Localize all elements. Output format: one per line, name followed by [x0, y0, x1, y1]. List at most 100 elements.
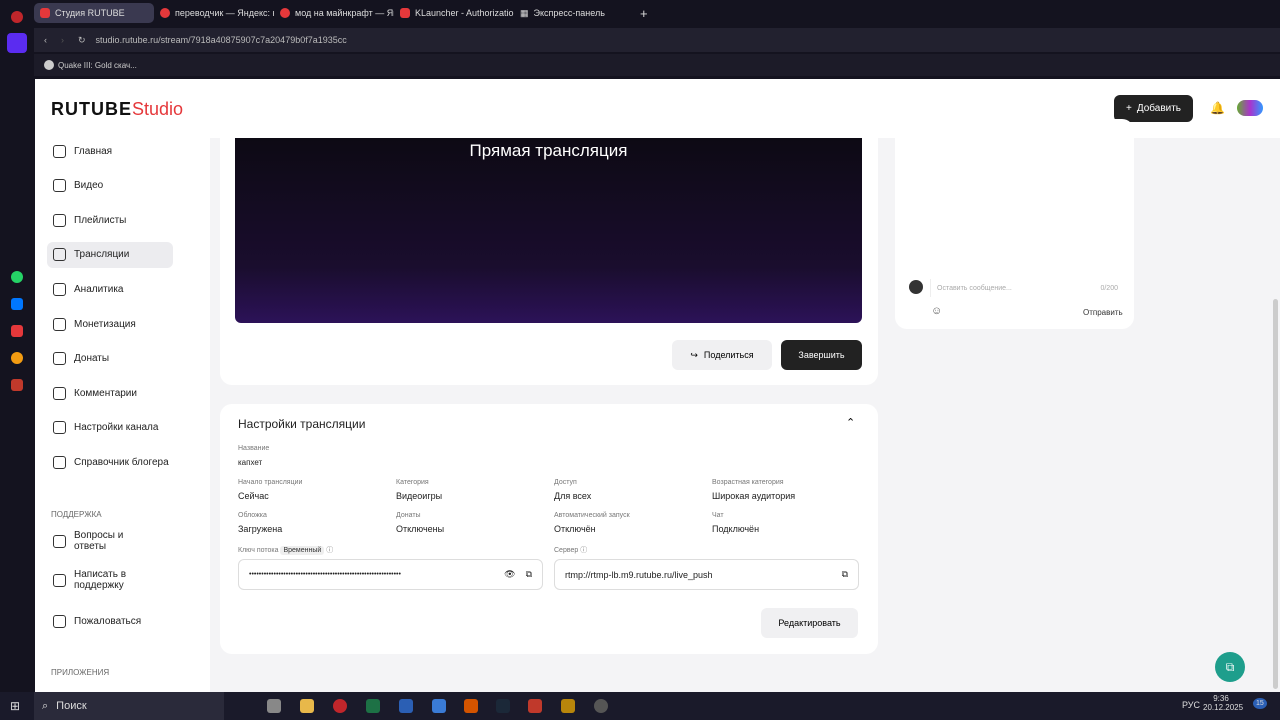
sidebar-item[interactable]: Видео: [47, 173, 173, 199]
donate-icon: [53, 352, 66, 366]
reload-icon[interactable]: ↻: [78, 35, 86, 46]
sidebar-item[interactable]: Главная: [47, 138, 173, 164]
field-value: Отключён: [554, 524, 596, 534]
excel-icon[interactable]: [366, 699, 380, 713]
tab[interactable]: KLauncher - Authorization: [394, 3, 514, 23]
tab[interactable]: ▦ Экспресс-панель: [514, 3, 634, 23]
yandex-icon[interactable]: [11, 325, 23, 337]
section-title: ПРИЛОЖЕНИЯ: [51, 668, 110, 677]
settings-icon[interactable]: [267, 699, 281, 713]
sidebar-item[interactable]: Справочник блогера: [47, 449, 173, 475]
server-label: Сервер ⓘ: [554, 547, 588, 554]
share-button[interactable]: ↪ Поделиться: [672, 340, 772, 370]
broadcast-icon: [53, 248, 66, 262]
sidebar-item[interactable]: Плейлисты: [47, 207, 173, 233]
rutube-favicon-icon: [40, 8, 50, 18]
video-icon: [53, 179, 66, 193]
support-chat-button[interactable]: ⧉: [1215, 652, 1245, 682]
app-icon[interactable]: [399, 699, 413, 713]
sidebar-item[interactable]: Настройки канала: [47, 415, 173, 441]
start-icon[interactable]: ⊞: [10, 699, 20, 713]
sidebar-item[interactable]: Трансляции: [47, 241, 173, 268]
opera-logo-icon[interactable]: [11, 11, 23, 23]
app-icon[interactable]: [11, 379, 23, 391]
steam-icon[interactable]: [496, 699, 510, 713]
sidebar-item[interactable]: Комментарии: [47, 380, 173, 406]
add-button[interactable]: + Добавить: [1114, 95, 1193, 122]
help-icon: [53, 534, 66, 548]
scrollbar[interactable]: [1273, 299, 1278, 689]
stream-key-field[interactable]: ••••••••••••••••••••••••••••••••••••••••…: [238, 559, 543, 590]
opera-icon[interactable]: [333, 699, 347, 713]
send-button[interactable]: Отправить: [1083, 308, 1123, 317]
forward-icon[interactable]: ›: [61, 35, 64, 45]
logo[interactable]: RUTUBEStudio: [51, 99, 183, 120]
chevron-up-icon[interactable]: ⌃: [846, 416, 855, 429]
clock[interactable]: 9:36 20.12.2025: [1203, 694, 1243, 712]
browser-app-icon[interactable]: [11, 352, 23, 364]
taskbar-search[interactable]: ⌕ Поиск: [34, 692, 224, 720]
name-label: Название: [238, 445, 270, 452]
home-icon: [53, 144, 66, 158]
taskbar: ⊞ ⌕ Поиск РУС 9:36 20.12.2025 15: [0, 692, 1280, 720]
copy-icon[interactable]: ⧉: [842, 569, 848, 580]
playlist-icon: [53, 213, 66, 227]
sidebar-item[interactable]: Донаты: [47, 346, 173, 372]
field-value: Для всех: [554, 491, 592, 501]
page: RUTUBEStudio + Добавить 🔔 Главная Видео Пле…: [35, 79, 1280, 692]
mail-icon: [53, 573, 66, 587]
flag-icon: [53, 614, 66, 628]
field-label: Доступ: [554, 479, 577, 486]
eye-icon[interactable]: 👁: [504, 569, 515, 580]
browser-sidebar: [0, 0, 34, 692]
tab[interactable]: мод на майнкрафт — Ян: [274, 3, 394, 23]
app-icon[interactable]: [464, 699, 478, 713]
back-icon[interactable]: ‹: [44, 35, 47, 45]
key-label: Ключ потока Временный ⓘ: [238, 546, 334, 555]
avatar[interactable]: [1237, 100, 1263, 116]
notifications-badge[interactable]: 15: [1253, 698, 1267, 709]
whatsapp-icon[interactable]: [11, 271, 23, 283]
sidebar-support-item[interactable]: Пожаловаться: [47, 608, 173, 634]
bookmark[interactable]: Quake III: Gold скач...: [58, 61, 137, 70]
key-badge: Временный: [280, 546, 325, 555]
language-indicator[interactable]: РУС: [1182, 700, 1200, 710]
search-icon: ⌕: [42, 699, 49, 712]
sidebar-support-item[interactable]: Написать в поддержку: [47, 562, 173, 598]
monetization-icon: [53, 317, 66, 331]
vk-icon[interactable]: [11, 298, 23, 310]
sidebar-item[interactable]: Аналитика: [47, 276, 173, 302]
comments-icon: [53, 386, 66, 400]
app-icon[interactable]: [561, 699, 575, 713]
server-field[interactable]: rtmp://rtmp-lb.m9.rutube.ru/live_push ⧉: [554, 559, 859, 590]
tab[interactable]: Студия RUTUBE: [34, 3, 154, 23]
field-value: Сейчас: [238, 491, 269, 501]
field-label: Донаты: [396, 512, 421, 519]
field-value: Широкая аудитория: [712, 491, 796, 501]
chat-input[interactable]: Оставить сообщение... 0/200: [930, 279, 1124, 297]
finish-button[interactable]: Завершить: [781, 340, 862, 370]
tab-bar: Студия RUTUBE переводчик — Яндекс: н мод…: [34, 0, 1280, 26]
home-icon[interactable]: [7, 33, 27, 53]
sidebar-support-item[interactable]: Вопросы и ответы: [47, 528, 173, 554]
app-icon[interactable]: [432, 699, 446, 713]
app-icon[interactable]: [528, 699, 542, 713]
field-value: Отключены: [396, 524, 445, 534]
section-title: ПОДДЕРЖКА: [51, 510, 102, 519]
bell-icon[interactable]: 🔔: [1210, 101, 1225, 115]
url-field[interactable]: studio.rutube.ru/stream/7918a40875907c7a…: [96, 35, 347, 45]
info-icon: [53, 455, 66, 469]
copy-icon[interactable]: ⧉: [526, 569, 532, 580]
field-value: Подключён: [712, 524, 760, 534]
emoji-icon[interactable]: ☺: [931, 305, 942, 317]
new-tab-button[interactable]: +: [640, 6, 648, 21]
name-value: капхет: [238, 458, 263, 467]
sidebar-item[interactable]: Монетизация: [47, 311, 173, 337]
edit-button[interactable]: Редактировать: [761, 608, 858, 638]
app-icon[interactable]: [594, 699, 608, 713]
field-label: Чат: [712, 512, 724, 519]
explorer-icon[interactable]: [300, 699, 314, 713]
tab[interactable]: переводчик — Яндекс: н: [154, 3, 274, 23]
field-label: Автоматический запуск: [554, 512, 630, 519]
video-player[interactable]: Прямая трансляция: [235, 138, 862, 323]
